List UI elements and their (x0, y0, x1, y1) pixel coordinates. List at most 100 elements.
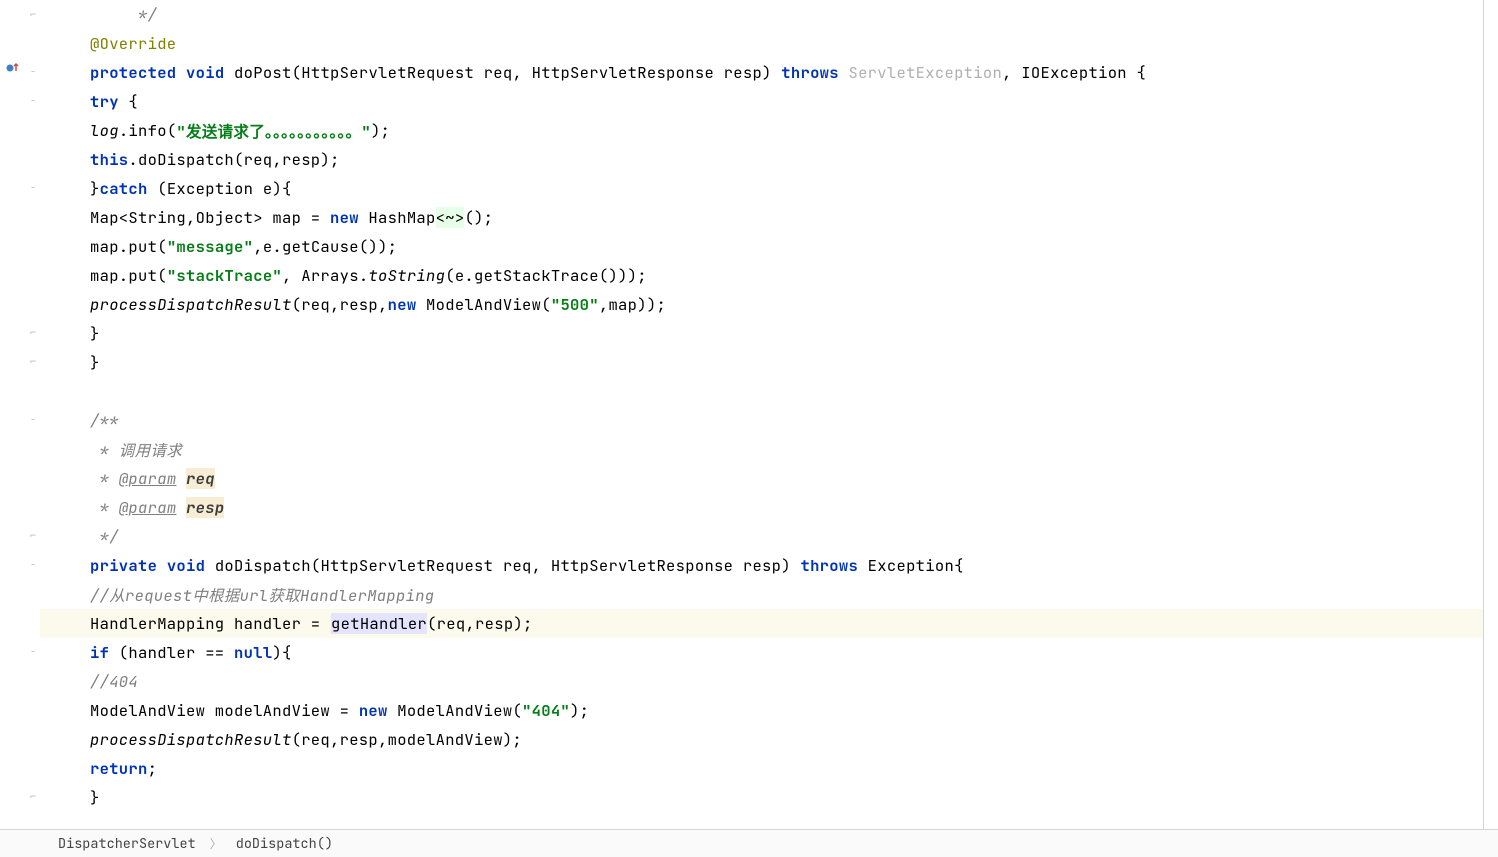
kw: null (234, 642, 272, 663)
fold-start-icon[interactable]: − (30, 181, 40, 191)
fold-start-icon[interactable]: − (30, 645, 40, 655)
fold-start-icon[interactable]: − (30, 94, 40, 104)
code-line[interactable]: processDispatchResult(req,resp,modelAndV… (40, 725, 1483, 754)
code-line[interactable]: processDispatchResult(req,resp,new Model… (40, 290, 1483, 319)
kw: void (186, 62, 224, 83)
params: (HttpServletRequest req, HttpServletResp… (311, 555, 791, 576)
editor-area: ⌐ − − − ⌐ ⌐ − ⌐ − − ⌐ */ @Override prote… (0, 0, 1498, 829)
code-line[interactable]: } (40, 348, 1483, 377)
semi: ; (148, 758, 158, 779)
code-line[interactable]: map.put("message",e.getCause()); (40, 232, 1483, 261)
code-line[interactable]: protected void doPost(HttpServletRequest… (40, 58, 1483, 87)
code-line[interactable]: } (40, 783, 1483, 812)
kw: new (388, 294, 417, 315)
override-gutter-icon[interactable] (6, 61, 20, 75)
code-line[interactable]: */ (40, 0, 1483, 29)
code-line[interactable]: /** (40, 406, 1483, 435)
param-name: resp (186, 497, 224, 518)
code-line[interactable]: } (40, 319, 1483, 348)
code-line[interactable] (40, 377, 1483, 406)
brace: } (90, 787, 100, 808)
mid: , Arrays. (282, 265, 368, 286)
brace: } (90, 178, 100, 199)
type: ModelAndView( (416, 294, 550, 315)
rest: , IOException { (1002, 62, 1146, 83)
fold-end-icon[interactable]: ⌐ (30, 8, 40, 18)
editor-root: ⌐ − − − ⌐ ⌐ − ⌐ − − ⌐ */ @Override prote… (0, 0, 1498, 857)
fold-end-icon[interactable]: ⌐ (30, 355, 40, 365)
code-line[interactable]: * 调用请求 (40, 435, 1483, 464)
breadcrumb-bar: DispatcherServlet 〉 doDispatch() (0, 829, 1498, 857)
code-line[interactable]: log.info("发送请求了。。。。。。。。。。。"); (40, 116, 1483, 145)
code-line[interactable]: */ (40, 522, 1483, 551)
method-name: doDispatch (215, 555, 311, 576)
rest: ){ (272, 642, 291, 663)
kw: catch (100, 178, 148, 199)
type-dim: ServletException (848, 62, 1002, 83)
end: ); (371, 120, 390, 141)
code-line[interactable]: this.doDispatch(req,resp); (40, 145, 1483, 174)
code-line-current[interactable]: HandlerMapping handler = getHandler(req,… (40, 609, 1483, 638)
doc-close: */ (90, 526, 119, 547)
fold-end-icon[interactable]: ⌐ (30, 529, 40, 539)
params: (HttpServletRequest req, HttpServletResp… (292, 62, 772, 83)
logger: log (90, 120, 119, 141)
fold-start-icon[interactable]: − (30, 558, 40, 568)
call: processDispatchResult (90, 294, 292, 315)
rest: Exception{ (858, 555, 964, 576)
end: (); (464, 207, 493, 228)
code-line[interactable]: //404 (40, 667, 1483, 696)
fold-start-icon[interactable]: − (30, 65, 40, 75)
string: "404" (522, 700, 570, 721)
kw: throws (800, 555, 858, 576)
breadcrumb-file[interactable]: DispatcherServlet (58, 835, 196, 853)
code-line[interactable]: if (handler == null){ (40, 638, 1483, 667)
code-line[interactable]: ModelAndView modelAndView = new ModelAnd… (40, 696, 1483, 725)
call: map.put( (90, 236, 167, 257)
type: ModelAndView( (388, 700, 522, 721)
fold-gutter: ⌐ − − − ⌐ ⌐ − ⌐ − − ⌐ (28, 0, 40, 829)
comment: //404 (90, 671, 138, 692)
breadcrumb-method[interactable]: doDispatch() (236, 835, 333, 853)
fold-end-icon[interactable]: ⌐ (30, 326, 40, 336)
string: "message" (167, 236, 253, 257)
call: .info( (119, 120, 177, 141)
rest: (req,resp,modelAndView); (292, 729, 522, 750)
brace: } (90, 323, 100, 344)
param-tag: @param (119, 468, 177, 489)
comment-text: */ (90, 4, 157, 25)
fold-end-icon[interactable]: ⌐ (30, 790, 40, 800)
code-line[interactable]: * @param resp (40, 493, 1483, 522)
code-line[interactable]: try { (40, 87, 1483, 116)
method-name: doPost (234, 62, 292, 83)
fold-start-icon[interactable]: − (30, 413, 40, 423)
gutter-left (0, 0, 28, 829)
string: "500" (551, 294, 599, 315)
code-line[interactable]: map.put("stackTrace", Arrays.toString(e.… (40, 261, 1483, 290)
code-line[interactable]: //从request中根据url获取HandlerMapping (40, 580, 1483, 609)
comment: //从request中根据url获取HandlerMapping (90, 584, 434, 606)
code-line[interactable]: private void doDispatch(HttpServletReque… (40, 551, 1483, 580)
rest: (req,resp); (427, 613, 533, 634)
scrollbar-track[interactable] (1484, 0, 1498, 829)
code-line[interactable]: Map<String,Object> map = new HashMap<~>(… (40, 203, 1483, 232)
doc-desc: * 调用请求 (90, 439, 182, 461)
annotation: @Override (90, 33, 176, 54)
rest: ,e.getCause()); (253, 236, 397, 257)
kw: throws (781, 62, 839, 83)
code-line[interactable]: }catch (Exception e){ (40, 174, 1483, 203)
param-name: req (186, 468, 215, 489)
highlighted-call: getHandler (331, 613, 427, 634)
mid: (req,resp, (292, 294, 388, 315)
param-tag: @param (119, 497, 177, 518)
code-line[interactable]: @Override (40, 29, 1483, 58)
decl: ModelAndView modelAndView = (90, 700, 359, 721)
kw: try (90, 91, 119, 112)
code-pane[interactable]: */ @Override protected void doPost(HttpS… (40, 0, 1484, 829)
code-line[interactable]: return; (40, 754, 1483, 783)
call: map.put( (90, 265, 167, 286)
type: HashMap (359, 207, 436, 228)
call: .doDispatch(req,resp); (128, 149, 339, 170)
code-line[interactable]: * @param req (40, 464, 1483, 493)
decl: Map<String,Object> map = (90, 207, 330, 228)
